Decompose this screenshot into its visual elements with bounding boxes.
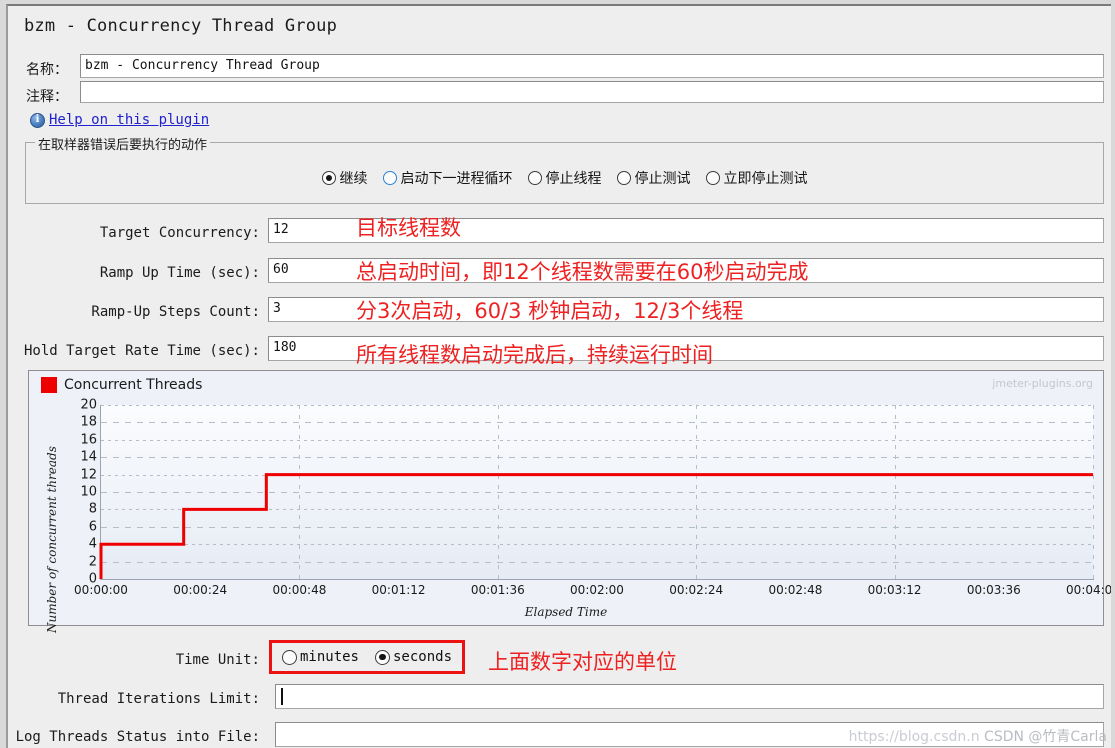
name-input[interactable]: bzm - Concurrency Thread Group — [80, 54, 1104, 78]
x-axis-tick: 00:04:00 — [1066, 583, 1111, 597]
error-action-option-2[interactable]: 停止线程 — [527, 168, 602, 188]
time-unit-label: Time Unit: — [175, 652, 260, 668]
x-axis-tick: 00:00:00 — [74, 583, 128, 597]
page-title: bzm - Concurrency Thread Group — [24, 16, 338, 36]
x-axis-line — [100, 579, 1094, 580]
time-unit-option-label: minutes — [299, 649, 359, 665]
error-action-title: 在取样器错误后要执行的动作 — [35, 134, 211, 153]
field-input-1[interactable]: 60 — [268, 258, 1104, 283]
time-unit-option-seconds[interactable]: seconds — [375, 649, 452, 665]
time-unit-option-minutes[interactable]: minutes — [281, 649, 359, 665]
field-input-2[interactable]: 3 — [268, 297, 1104, 322]
field-label-box-3: Hold Target Rate Time (sec): — [8, 340, 260, 359]
field-label: Ramp-Up Steps Count: — [91, 304, 260, 320]
field-label-box-1: Ramp Up Time (sec): — [8, 262, 260, 281]
x-axis-tick: 00:00:48 — [272, 583, 327, 597]
y-axis-tick: 20 — [80, 397, 97, 413]
error-action-option-label: 继续 — [339, 171, 368, 187]
help-link[interactable]: Help on this plugin — [49, 112, 209, 128]
chart-xlabel: Elapsed Time — [524, 605, 608, 619]
bottom-field-label: Thread Iterations Limit: — [57, 691, 260, 707]
error-action-option-3[interactable]: 停止测试 — [616, 168, 691, 188]
bottom-field-label-box-1: Log Threads Status into File: — [8, 726, 260, 745]
radio-icon[interactable] — [281, 649, 297, 665]
y-axis-tick: 6 — [88, 519, 97, 535]
gridline-vertical — [1093, 405, 1094, 579]
error-action-option-4[interactable]: 立即停止测试 — [705, 168, 808, 188]
field-label: Target Concurrency: — [99, 225, 260, 241]
field-input-0[interactable]: 12 — [268, 218, 1104, 243]
field-label-box-2: Ramp-Up Steps Count: — [8, 301, 260, 320]
concurrency-preview-chart: Concurrent Threads jmeter-plugins.org Nu… — [28, 370, 1111, 633]
y-axis-tick: 8 — [88, 501, 97, 517]
info-icon: i — [30, 112, 45, 128]
help-row: i Help on this plugin — [30, 112, 209, 128]
y-axis-tick: 12 — [80, 467, 97, 483]
x-axis-tick: 00:02:48 — [768, 583, 823, 597]
y-axis-tick: 16 — [80, 432, 97, 448]
chart-x-axis: 00:00:00 00:00:24 00:00:48 00:01:12 00:01:36… — [29, 583, 1111, 603]
radio-icon[interactable] — [321, 171, 336, 185]
time-unit-label-box: Time Unit: — [8, 649, 260, 668]
time-unit-option-label: seconds — [393, 649, 453, 665]
radio-icon[interactable] — [527, 171, 542, 185]
concurrency-thread-group-panel: bzm - Concurrency Thread Group 名称： bzm -… — [6, 4, 1111, 748]
field-label: Hold Target Rate Time (sec): — [23, 343, 260, 359]
time-unit-radio-group: minutes seconds — [269, 640, 465, 674]
x-axis-tick: 00:03:36 — [966, 583, 1021, 597]
concurrency-series — [99, 473, 1093, 579]
error-action-option-label: 启动下一进程循环 — [400, 171, 513, 187]
x-axis-tick: 00:01:12 — [371, 583, 426, 597]
comment-input[interactable] — [80, 81, 1104, 103]
bottom-field-input-1[interactable] — [275, 722, 1104, 747]
error-action-radio-group: 继续 启动下一进程循环 停止线程 停止测试 立即停止测试 — [25, 168, 1104, 188]
error-action-option-1[interactable]: 启动下一进程循环 — [382, 168, 513, 188]
error-action-option-0[interactable]: 继续 — [321, 168, 368, 188]
radio-icon[interactable] — [382, 171, 397, 185]
y-axis-tick: 14 — [80, 449, 97, 465]
y-axis-tick: 2 — [88, 554, 97, 570]
bottom-field-input-0[interactable] — [275, 684, 1104, 709]
chart-watermark: jmeter-plugins.org — [992, 377, 1093, 390]
x-axis-tick: 00:00:24 — [173, 583, 228, 597]
series-line — [99, 473, 1093, 579]
name-label: 名称： — [26, 62, 68, 78]
comment-label: 注释： — [26, 89, 68, 105]
bottom-field-label: Log Threads Status into File: — [15, 729, 260, 745]
y-axis-tick: 10 — [80, 484, 97, 500]
radio-icon[interactable] — [375, 649, 390, 665]
field-label-box-0: Target Concurrency: — [8, 222, 260, 241]
field-label: Ramp Up Time (sec): — [99, 265, 260, 281]
x-axis-tick: 00:02:00 — [570, 583, 624, 597]
field-input-3[interactable]: 180 — [268, 336, 1104, 361]
chart-plot-area — [99, 405, 1094, 580]
time-unit-annotation: 上面数字对应的单位 — [488, 650, 677, 674]
radio-icon[interactable] — [616, 171, 631, 185]
x-axis-tick: 00:02:24 — [669, 583, 724, 597]
error-action-option-label: 停止测试 — [634, 171, 691, 187]
x-axis-tick: 00:03:12 — [867, 583, 922, 597]
x-axis-tick: 00:01:36 — [470, 583, 525, 597]
radio-icon[interactable] — [705, 171, 720, 185]
error-action-option-label: 立即停止测试 — [723, 171, 808, 187]
text-caret — [281, 688, 283, 705]
error-action-option-label: 停止线程 — [545, 171, 602, 187]
bottom-field-label-box-0: Thread Iterations Limit: — [8, 688, 260, 707]
y-axis-tick: 18 — [80, 414, 97, 430]
y-axis-tick: 4 — [88, 536, 97, 552]
